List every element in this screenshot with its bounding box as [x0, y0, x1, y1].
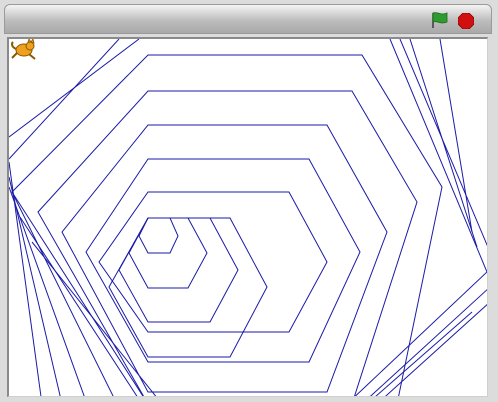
pen-drawing	[9, 39, 487, 396]
pen-hexagon	[118, 217, 239, 323]
pen-hexagon	[61, 124, 388, 393]
stage-canvas[interactable]	[7, 37, 488, 397]
pen-line	[354, 271, 487, 396]
cat-sprite-icon[interactable]	[9, 39, 39, 61]
pen-hexagon	[37, 90, 418, 396]
player-toolbar	[4, 4, 492, 34]
pen-line	[11, 191, 114, 396]
scratch-player-window	[0, 0, 498, 402]
pen-line	[375, 311, 473, 396]
pen-hexagon	[98, 191, 328, 333]
pen-line	[385, 304, 487, 396]
green-flag-icon[interactable]	[429, 11, 449, 29]
stop-icon[interactable]	[458, 13, 474, 29]
pen-line	[389, 39, 487, 273]
pen-line	[439, 39, 473, 233]
pen-hexagon	[11, 54, 443, 396]
pen-line	[370, 289, 487, 396]
pen-line	[409, 39, 478, 248]
